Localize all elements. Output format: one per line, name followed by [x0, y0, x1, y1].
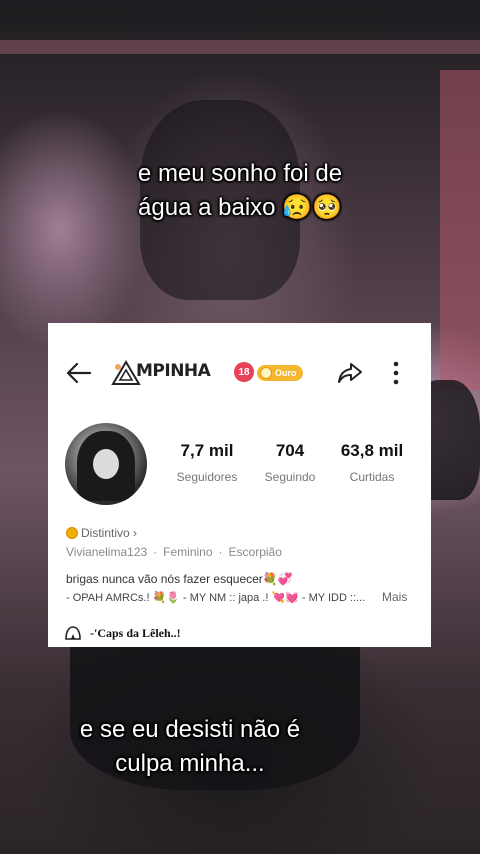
caption-top: e meu sonho foi de água a baixo 😥🥺 — [80, 157, 400, 225]
profile-card: MPINHA 18 Ouro 7,7 mil Seguidores 704 Se… — [48, 323, 431, 647]
stat-label: Curtidas — [349, 470, 395, 484]
caption-bottom-line1: e se eu desisti não é — [79, 716, 301, 743]
background-light-stripe — [440, 70, 480, 390]
bio-more-link[interactable]: Mais — [382, 590, 407, 604]
back-arrow-icon[interactable] — [64, 359, 94, 387]
distintivo-link[interactable]: Distintivo › — [66, 526, 137, 540]
profile-sign: Escorpião — [228, 545, 282, 559]
profile-username: MPINHA — [136, 361, 211, 381]
stat-value: 63,8 mil — [340, 441, 404, 460]
background-light-stripe — [0, 40, 480, 54]
profile-avatar[interactable] — [65, 423, 147, 505]
gold-coin-icon — [260, 367, 272, 379]
caps-label: -'Caps da Lêleh..! — [90, 625, 181, 640]
gold-level-badge[interactable]: Ouro — [257, 365, 303, 381]
bio-line-2: - OPAH AMRCs.! 💐🌷 - MY NM :: japa .! 💘💓 … — [66, 592, 366, 604]
distintivo-icon — [66, 527, 78, 539]
age-badge: 18 — [234, 362, 254, 382]
share-icon[interactable] — [336, 359, 364, 387]
stat-value: 704 — [275, 441, 305, 460]
caption-bottom: e se eu desisti não é culpa minha... — [20, 713, 360, 781]
caps-tent-icon — [65, 626, 81, 640]
distintivo-label: Distintivo › — [81, 526, 138, 540]
more-vertical-icon[interactable] — [388, 359, 404, 387]
profile-meta: Vivianelima123 · Feminino · Escorpião — [66, 545, 282, 559]
profile-gender: Feminino — [163, 545, 213, 559]
meta-separator: · — [153, 545, 158, 559]
bio-line-1: brigas nunca vão nós fazer esquecer💐💞 — [66, 572, 293, 586]
profile-topbar: MPINHA 18 Ouro — [48, 353, 431, 393]
stat-likes[interactable]: 63,8 mil Curtidas — [327, 441, 417, 484]
stat-label: Seguindo — [264, 470, 316, 484]
caps-link-row[interactable]: -'Caps da Lêleh..! — [64, 625, 181, 641]
stat-following[interactable]: 704 Seguindo — [245, 441, 335, 484]
gold-badge-label: Ouro — [275, 368, 297, 378]
stat-label: Seguidores — [176, 470, 238, 484]
caption-bottom-line2: culpa minha... — [115, 750, 265, 777]
caption-top-line2: água a baixo 😥🥺 — [138, 194, 342, 221]
caption-top-line1: e meu sonho foi de — [137, 160, 343, 187]
stat-followers[interactable]: 7,7 mil Seguidores — [162, 441, 252, 484]
avatar-face — [93, 449, 119, 479]
profile-handle: Vivianelima123 — [66, 545, 148, 559]
stat-value: 7,7 mil — [180, 441, 234, 460]
meta-separator: · — [218, 545, 223, 559]
